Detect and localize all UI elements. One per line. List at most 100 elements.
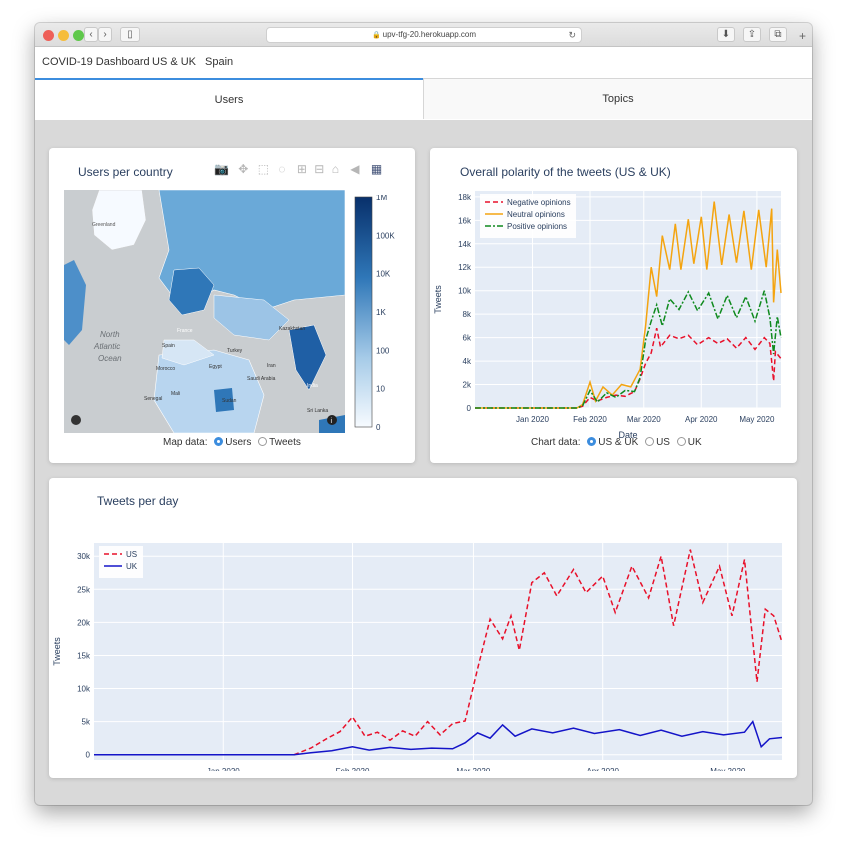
y-tick-label: 18k	[458, 193, 472, 202]
back-arrow-icon[interactable]: ‹	[84, 27, 98, 42]
y-tick-label: 25k	[77, 585, 91, 594]
nav-link-spain[interactable]: Spain	[205, 56, 233, 68]
map-label-france: France	[177, 328, 193, 334]
y-tick-label: 10k	[458, 287, 472, 296]
top-navbar: COVID-19 Dashboard US & UK Spain	[35, 47, 812, 78]
map-label-kazakhstan: Kazakhstan	[279, 326, 305, 332]
x-tick-label: Feb 2020	[573, 415, 607, 424]
legend-item[interactable]: Neutral opinions	[507, 210, 565, 219]
legend-item[interactable]: Positive opinions	[507, 222, 567, 231]
tab-topics[interactable]: Topics	[423, 78, 812, 119]
y-tick-label: 20k	[77, 618, 91, 627]
map-label-egypt: Egypt	[209, 364, 222, 370]
nav-link-us-uk[interactable]: US & UK	[152, 56, 196, 68]
choropleth-map[interactable]: Greenland North Atlantic Ocean Kazakhsta…	[64, 190, 345, 433]
box-select-icon[interactable]: ⬚	[258, 162, 269, 176]
close-window-button[interactable]	[43, 30, 54, 41]
share-icon[interactable]: ⇪	[743, 27, 761, 42]
radio-us[interactable]	[645, 437, 655, 446]
colorbar-tick-label: 10K	[376, 270, 391, 279]
radio-uk-label[interactable]: UK	[688, 437, 702, 448]
y-tick-label: 8k	[463, 310, 472, 319]
pan-icon[interactable]: ✥	[238, 162, 248, 176]
colorbar-tick-label: 100	[376, 346, 390, 355]
colorbar-tick-label: 0	[376, 423, 381, 432]
camera-icon[interactable]: 📷	[214, 162, 229, 176]
y-axis-title: Tweets	[433, 285, 443, 314]
zoom-window-button[interactable]	[73, 30, 84, 41]
radio-tweets-label[interactable]: Tweets	[269, 437, 301, 448]
legend-item[interactable]: US	[126, 550, 137, 559]
map-data-control: Map data: Users Tweets	[163, 437, 301, 448]
map-label-greenland: Greenland	[92, 222, 116, 228]
radio-us-uk[interactable]	[587, 437, 597, 446]
tab-bar: Users Topics	[35, 78, 812, 120]
map-label-turkey: Turkey	[227, 348, 243, 354]
radio-users-label[interactable]: Users	[225, 437, 251, 448]
map-label-sri-lanka: Sri Lanka	[307, 408, 328, 414]
hover-tag-icon[interactable]: ◀	[350, 162, 359, 176]
colorbar-tick-label: 100K	[376, 231, 395, 240]
url-text: upv-tfg-20.herokuapp.com	[382, 30, 477, 39]
map-label-north: North	[100, 330, 120, 339]
address-bar[interactable]: 🔒 upv-tfg-20.herokuapp.com ↻	[266, 27, 582, 43]
mapbox-logo-icon	[71, 415, 81, 425]
chart-data-label: Chart data:	[531, 437, 581, 448]
map-label-iran: Iran	[267, 363, 276, 369]
radio-tweets[interactable]	[258, 437, 268, 446]
tweets-per-day-chart[interactable]: 0 5k 10k 15k 20k 25k 30k Jan 2020 Feb 2020 Mar 20…	[49, 516, 797, 771]
chart-data-control: Chart data: US & UK US UK	[531, 437, 702, 448]
y-tick-label: 6k	[463, 334, 472, 343]
y-tick-label: 4k	[463, 357, 472, 366]
nav-brand[interactable]: COVID-19 Dashboard	[42, 56, 150, 68]
colorbar-tick-label: 10	[376, 385, 385, 394]
map-modebar: 📷 ✥ ⬚ ◌ ⊞ ⊟ ⌂ ◀ ▦	[214, 162, 382, 176]
map-label-atlantic: Atlantic	[93, 342, 120, 351]
x-tick-label: Mar 2020	[457, 767, 491, 771]
tab-users[interactable]: Users	[35, 78, 423, 119]
map-card: Users per country 📷 ✥ ⬚ ◌ ⊞ ⊟ ⌂ ◀ ▦ Gree…	[49, 148, 415, 463]
y-tick-label: 0	[86, 751, 91, 760]
map-label-india: India	[307, 383, 318, 389]
zoom-in-icon[interactable]: ⊞	[297, 162, 307, 176]
plot-area	[94, 543, 782, 760]
reload-icon[interactable]: ↻	[568, 28, 576, 42]
forward-arrow-icon[interactable]: ›	[98, 27, 112, 42]
legend-item[interactable]: Negative opinions	[507, 198, 571, 207]
polarity-chart-title: Overall polarity of the tweets (US & UK)	[460, 165, 671, 179]
y-tick-label: 30k	[77, 552, 91, 561]
minimize-window-button[interactable]	[58, 30, 69, 41]
lock-icon: 🔒	[371, 32, 381, 39]
y-tick-label: 14k	[458, 240, 472, 249]
radio-us-label[interactable]: US	[656, 437, 670, 448]
legend-item[interactable]: UK	[126, 562, 138, 571]
colorbar-tick-label: 1M	[376, 195, 387, 202]
y-tick-label: 15k	[77, 651, 91, 660]
colorbar-ticks: 1M100K10K1K100100	[376, 195, 395, 432]
x-tick-label: Mar 2020	[627, 415, 661, 424]
map-label-sudan: Sudan	[222, 398, 237, 404]
plotly-logo-icon[interactable]: ▦	[371, 162, 382, 176]
map-label-mali: Mali	[171, 391, 180, 397]
reset-home-icon[interactable]: ⌂	[332, 162, 339, 176]
lasso-select-icon[interactable]: ◌	[278, 162, 285, 176]
y-tick-label: 2k	[463, 381, 472, 390]
radio-us-uk-label[interactable]: US & UK	[598, 437, 638, 448]
x-tick-label: Jan 2020	[516, 415, 549, 424]
y-axis-title: Tweets	[52, 637, 62, 666]
map-label-saudi-arabia: Saudi Arabia	[247, 376, 276, 382]
download-icon[interactable]: ⬇	[717, 27, 735, 42]
polarity-chart[interactable]: 0 2k 4k 6k 8k 10k 12k 14k 16k 18k Jan 2020 Feb 2020…	[430, 188, 797, 438]
tabs-overview-icon[interactable]: ⧉	[769, 27, 787, 42]
tweets-per-day-card: Tweets per day 0 5k 10k 15k 20k 25k 30k Jan 202…	[49, 478, 797, 778]
map-title: Users per country	[78, 165, 173, 179]
radio-users[interactable]	[214, 437, 224, 446]
x-tick-label: Feb 2020	[336, 767, 370, 771]
zoom-out-icon[interactable]: ⊟	[314, 162, 324, 176]
browser-window: ‹ › ▯ 🔒 upv-tfg-20.herokuapp.com ↻ ⬇ ⇪ ⧉ …	[35, 23, 812, 805]
y-tick-label: 16k	[458, 216, 472, 225]
new-tab-icon[interactable]: +	[799, 29, 806, 43]
tweets-chart-title: Tweets per day	[97, 494, 179, 508]
radio-uk[interactable]	[676, 437, 686, 446]
sidebar-toggle-icon[interactable]: ▯	[120, 27, 140, 42]
